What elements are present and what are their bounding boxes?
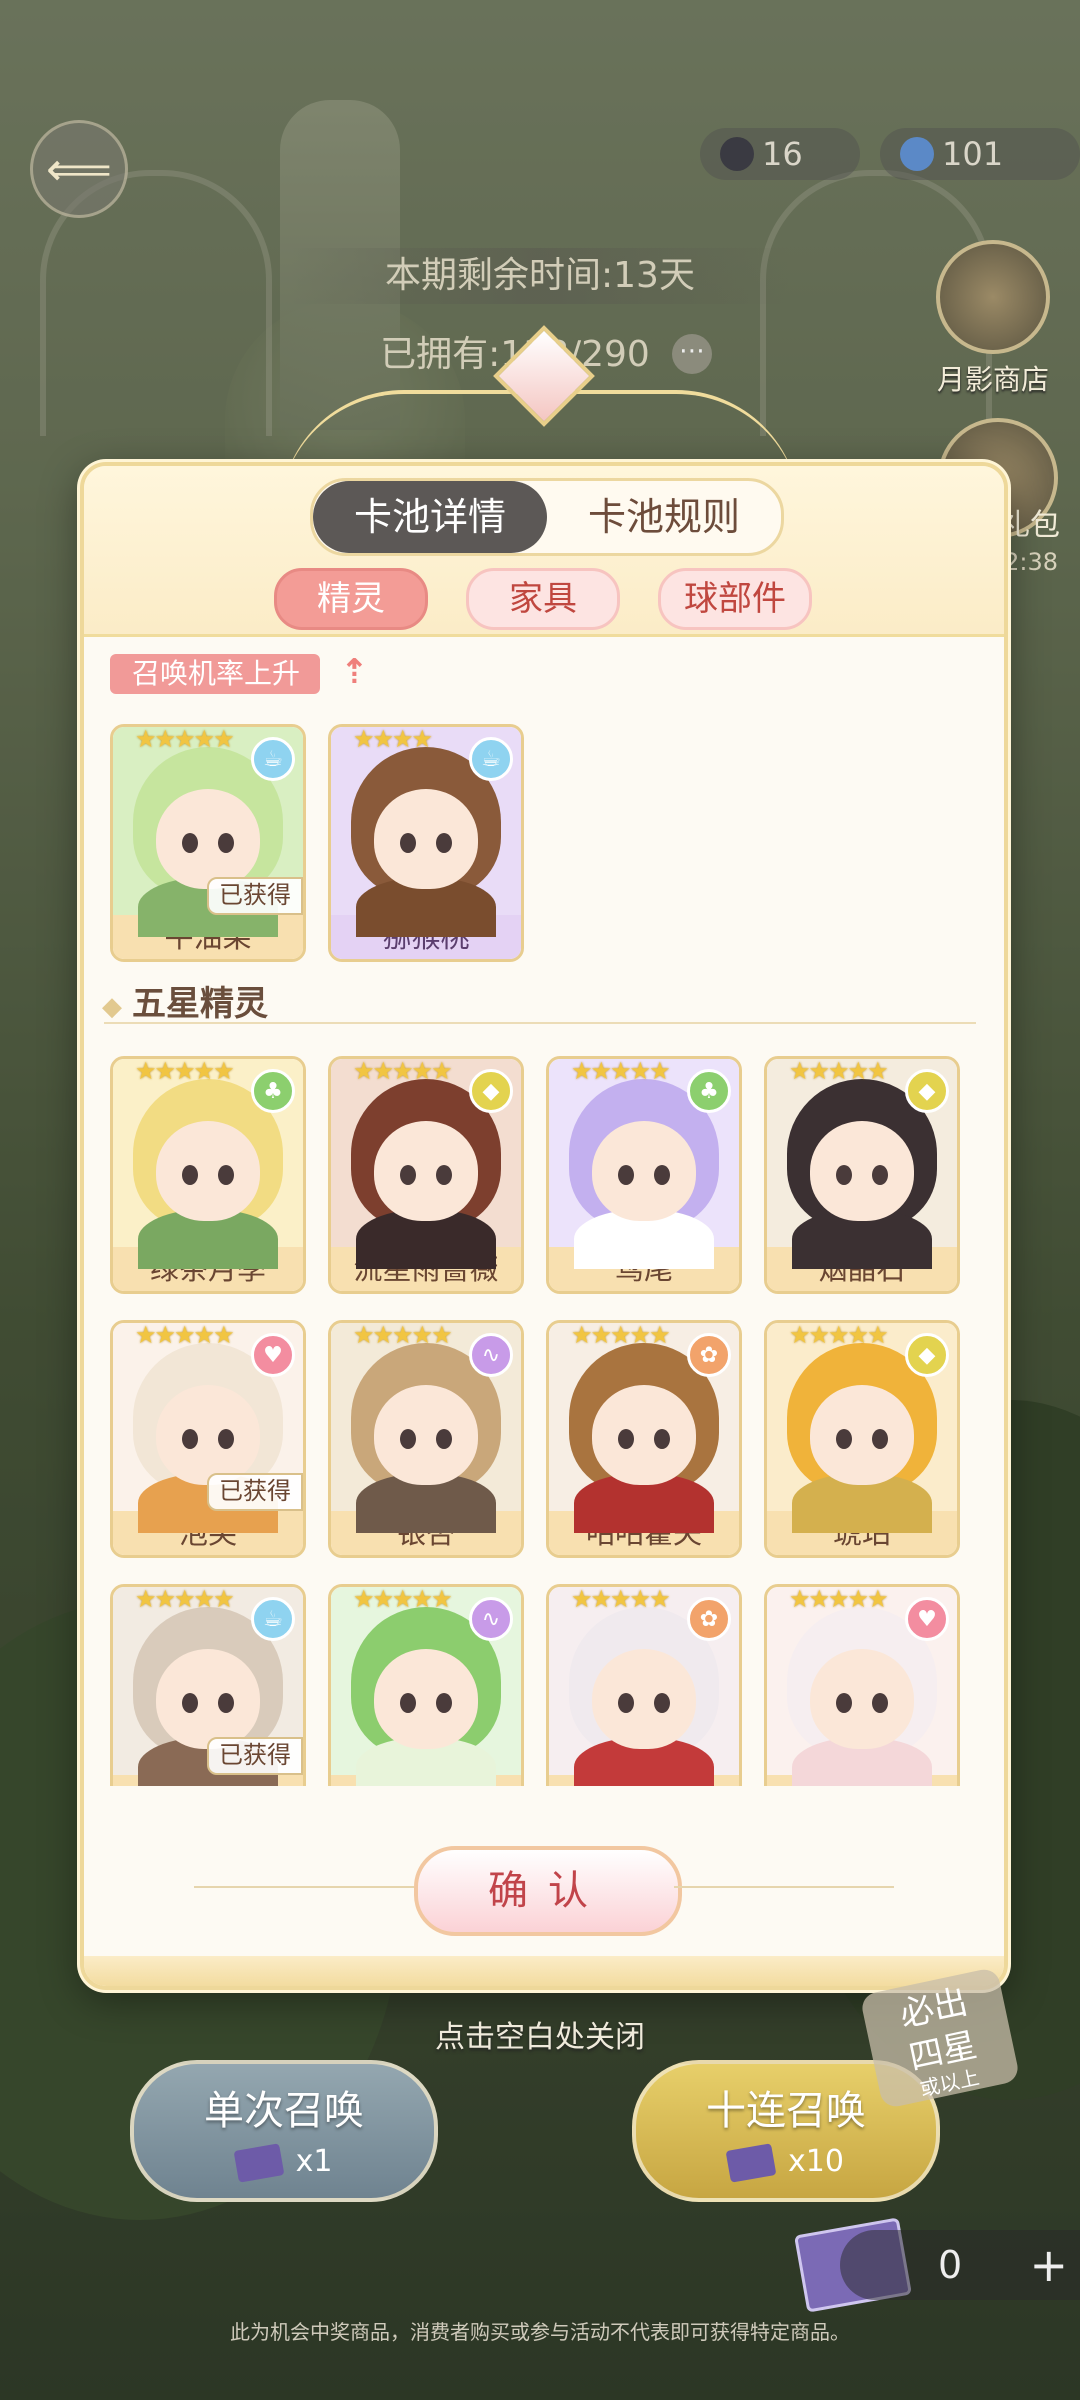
single-summon-button[interactable]: 单次召唤 x1	[130, 2060, 438, 2202]
character-card[interactable]: ★★★★★ ∿ 银杏	[328, 1320, 524, 1558]
portrait-face	[156, 1385, 260, 1485]
divider-right	[674, 1886, 894, 1888]
star-rating: ★★★★★	[571, 1057, 671, 1085]
swan-element-icon: ∿	[469, 1333, 513, 1377]
disclaimer-text: 此为机会中奖商品，消费者购买或参与活动不代表即可获得特定商品。	[230, 2320, 850, 2344]
cup-element-icon: ☕	[251, 1597, 295, 1641]
star-rating: ★★★★★	[135, 1321, 235, 1349]
portrait-face	[592, 1121, 696, 1221]
portrait-face	[374, 789, 478, 889]
ten-summon-cost: x10	[636, 2142, 936, 2183]
cup-element-icon: ☕	[469, 737, 513, 781]
pool-details-modal: 卡池详情 卡池规则 精灵 家具 球部件 召唤机率上升 ⇡ 五星精灵 ★★★★★♣…	[80, 462, 1008, 1990]
summon-ticket-icon	[725, 2142, 777, 2183]
star-rating: ★★★★★	[353, 1585, 453, 1613]
star-rating: ★★★★★	[789, 1585, 889, 1613]
portrait-face	[592, 1649, 696, 1749]
back-arrow-icon: ⟸	[46, 142, 112, 196]
portrait-face	[810, 1121, 914, 1221]
heart-element-icon: ♥	[905, 1597, 949, 1641]
crystal-counter: 101	[880, 128, 1080, 180]
portrait-face	[156, 1121, 260, 1221]
star-rating: ★★★★★	[135, 1585, 235, 1613]
character-card[interactable]: ★★★★★ ◆ 琥珀	[764, 1320, 960, 1558]
moon-shadow-shop-button[interactable]: 月影商店	[928, 240, 1058, 398]
character-card[interactable]: ★★★★★ ✿	[546, 1584, 742, 1786]
gift-label: 礼包	[1000, 508, 1060, 543]
confirm-row: 确认	[84, 1846, 1004, 1946]
confirm-button[interactable]: 确认	[414, 1846, 682, 1936]
single-summon-cost: x1	[134, 2142, 434, 2183]
character-card[interactable]: ★★★★★ ∿	[328, 1584, 524, 1786]
diamond-element-icon: ◆	[905, 1333, 949, 1377]
obtained-badge: 已获得	[207, 1737, 303, 1775]
character-card[interactable]: ★★★★★ ♣ 鸢尾	[546, 1056, 742, 1294]
portrait-face	[592, 1385, 696, 1485]
moon-coin-counter: 16	[700, 128, 860, 180]
cup-element-icon: ☕	[251, 737, 295, 781]
pool-time-left: 本期剩余时间:13天	[290, 248, 790, 304]
star-rating: ★★★★	[353, 725, 433, 753]
five-star-card-grid: ★★★★★ ♣ 绿茶月季 ★★★★★ ◆ 流星雨蔷薇 ★★★★★ ♣ 鸢尾 ★★★★★ ◆ 烟晶石 ★★…	[84, 466, 1004, 1786]
more-info-button[interactable]: ⋯	[672, 334, 712, 374]
moon-coin-icon	[720, 137, 754, 171]
back-button[interactable]: ⟸	[30, 120, 128, 218]
gift-timer: 2:38	[1004, 548, 1058, 576]
modal-footer	[84, 1956, 1004, 1986]
crystal-icon	[900, 137, 934, 171]
character-card[interactable]: ★★★★★ ♥	[764, 1584, 960, 1786]
swan-element-icon: ∿	[469, 1597, 513, 1641]
star-rating: ★★★★★	[571, 1585, 671, 1613]
portrait-face	[374, 1121, 478, 1221]
divider-left	[194, 1886, 414, 1888]
character-card[interactable]: ★★★★★ ♣ 绿茶月季	[110, 1056, 306, 1294]
summon-ticket-icon	[233, 2142, 285, 2183]
clover-element-icon: ♣	[687, 1069, 731, 1113]
shop-label: 月影商店	[936, 363, 1049, 396]
shop-icon	[936, 240, 1050, 354]
ticket-count: 0	[938, 2243, 963, 2287]
star-rating: ★★★★★	[789, 1057, 889, 1085]
character-card[interactable]: ★★★★★ ☕ 已获得 牛油果	[110, 724, 306, 962]
character-card[interactable]: ★★★★ ☕ 猕猴桃	[328, 724, 524, 962]
star-rating: ★★★★★	[789, 1321, 889, 1349]
single-summon-label: 单次召唤	[204, 2088, 364, 2134]
character-card[interactable]: ★★★★★ ◆ 流星雨蔷薇	[328, 1056, 524, 1294]
star-rating: ★★★★★	[571, 1321, 671, 1349]
character-card[interactable]: ★★★★★ ◆ 烟晶石	[764, 1056, 960, 1294]
flower-element-icon: ✿	[687, 1333, 731, 1377]
portrait-face	[374, 1385, 478, 1485]
portrait-face	[810, 1385, 914, 1485]
heart-element-icon: ♥	[251, 1333, 295, 1377]
star-rating: ★★★★★	[353, 1057, 453, 1085]
star-rating: ★★★★★	[135, 725, 235, 753]
portrait-face	[374, 1649, 478, 1749]
star-rating: ★★★★★	[353, 1321, 453, 1349]
portrait-face	[810, 1649, 914, 1749]
obtained-badge: 已获得	[207, 1473, 303, 1511]
portrait-face	[156, 1649, 260, 1749]
portrait-face	[156, 789, 260, 889]
character-card[interactable]: ★★★★★ ✿ 咕咕霍夫	[546, 1320, 742, 1558]
diamond-element-icon: ◆	[469, 1069, 513, 1113]
obtained-badge: 已获得	[207, 877, 303, 915]
character-card[interactable]: ★★★★★ ♥ 已获得 泡芙	[110, 1320, 306, 1558]
flower-element-icon: ✿	[687, 1597, 731, 1641]
star-rating: ★★★★★	[135, 1057, 235, 1085]
add-ticket-button[interactable]: +	[1029, 2230, 1068, 2300]
ticket-counter: 0 +	[840, 2230, 1080, 2300]
character-card[interactable]: ★★★★★ ☕ 已获得	[110, 1584, 306, 1786]
clover-element-icon: ♣	[251, 1069, 295, 1113]
diamond-element-icon: ◆	[905, 1069, 949, 1113]
